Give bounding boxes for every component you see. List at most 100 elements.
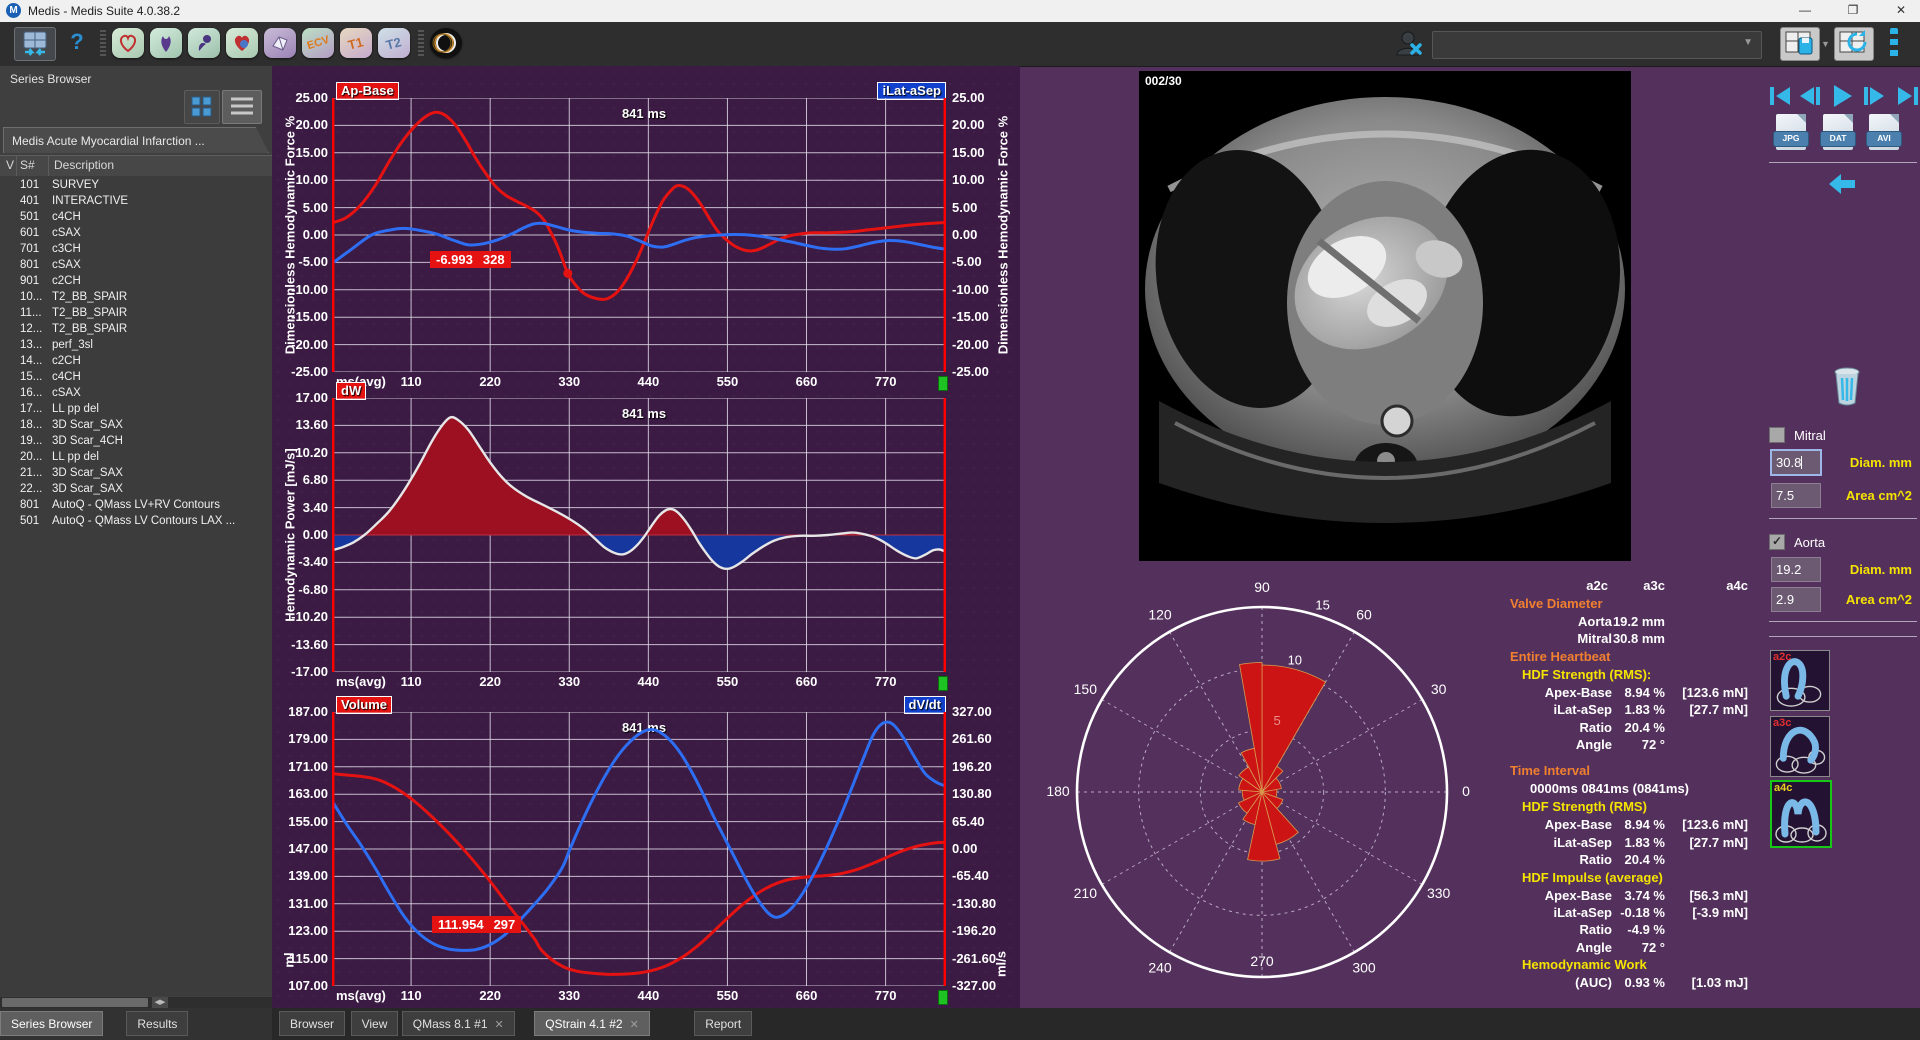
series-browser-panel: Series Browser Medis Acute Myocardial In… [0,66,272,1008]
series-row[interactable]: 12...T2_BB_SPAIR [0,322,272,338]
series-row[interactable]: 20...LL pp del [0,450,272,466]
series-row[interactable]: 22...3D Scar_SAX [0,482,272,498]
y-axis-tick: 171.00 [276,759,328,774]
series-row[interactable]: 401INTERACTIVE [0,194,272,210]
function-app-icon[interactable] [226,28,258,58]
grid-view-button[interactable] [184,90,220,124]
back-arrow-button[interactable] [1827,171,1857,197]
rings-logo-icon[interactable] [430,28,462,58]
view-thumbnail-a2c[interactable]: a2c [1770,650,1830,711]
view-thumbnail-a4c[interactable]: a4c [1770,780,1832,848]
layout-grid-icon [15,28,55,60]
view-thumbnail-a3c[interactable]: a3c [1770,716,1830,777]
tab-qstrain-4-1-2[interactable]: QStrain 4.1 #2✕ [534,1011,650,1036]
ecv-app-icon[interactable]: ECV [302,28,334,58]
mitral-diameter-field[interactable]: 30.8 [1771,450,1821,475]
hdf-charts-panel[interactable]: 25.0020.0015.0010.005.000.00-5.00-10.00-… [272,66,1020,1008]
series-row[interactable]: 21...3D Scar_SAX [0,466,272,482]
overflow-menu-icon[interactable] [1890,28,1898,60]
close-tab-icon[interactable]: ✕ [630,1019,639,1031]
delete-trash-button[interactable] [1833,366,1861,406]
main-tab-bar: BrowserViewQMass 8.1 #1✕ QStrain 4.1 #2✕ R… [272,1008,1920,1040]
qmass-app-icon[interactable] [112,28,144,58]
x-axis-tick: 220 [465,374,515,389]
series-row[interactable]: 17...LL pp del [0,402,272,418]
series-row[interactable]: 18...3D Scar_SAX [0,418,272,434]
close-button[interactable]: ✕ [1886,0,1916,21]
series-number: 11... [20,307,42,319]
panel-title: Series Browser [10,72,91,86]
series-row[interactable]: 901c2CH [0,274,272,290]
aorta-diameter-field[interactable]: 19.2 [1771,557,1821,582]
minimize-button[interactable]: — [1790,0,1820,21]
column-header: a4c [1726,578,1748,593]
frame-marker[interactable] [938,676,948,691]
qstrain-app-icon[interactable] [188,28,220,58]
y-axis-tick: 131.00 [276,896,328,911]
mitral-checkbox[interactable] [1769,427,1785,443]
frame-marker[interactable] [938,990,948,1005]
sidebar-horizontal-scrollbar[interactable]: ◀▶ [0,997,272,1008]
series-row[interactable]: 801AutoQ - QMass LV+RV Contours [0,498,272,514]
x-axis-tick: ms(avg) [336,988,386,1003]
scrollbar-thumb[interactable] [2,998,148,1007]
series-row[interactable]: 19...3D Scar_4CH [0,434,272,450]
t2-app-icon[interactable]: T2 [378,28,410,58]
series-table-header[interactable]: V S# Description [0,155,272,177]
mesh-app-icon[interactable] [264,28,296,58]
series-description: perf_3sl [52,339,93,351]
export-dat-button[interactable]: DAT [1823,114,1853,150]
series-row[interactable]: 13...perf_3sl [0,338,272,354]
playback-controls[interactable] [1770,84,1920,108]
user-logout-icon[interactable] [1392,27,1428,59]
series-row[interactable]: 501AutoQ - QMass LV Contours LAX ... [0,514,272,530]
frame-marker[interactable] [938,376,948,391]
layout-button[interactable] [14,27,56,61]
series-row[interactable]: 15...c4CH [0,370,272,386]
polar-angle-label: 120 [1148,606,1172,622]
export-avi-button[interactable]: AVI [1869,114,1899,150]
series-number: 18... [20,419,42,431]
measurement-label: Valve Diameter [1510,596,1603,611]
tab-results[interactable]: Results [126,1011,188,1036]
tab-qmass-8-1-1[interactable]: QMass 8.1 #1✕ [402,1011,515,1036]
series-row[interactable]: 601cSAX [0,226,272,242]
session-combobox[interactable]: ▼ [1432,31,1762,59]
aorta-checkbox[interactable]: ✓ [1769,534,1785,550]
series-row[interactable]: 501c4CH [0,210,272,226]
tab-series-browser[interactable]: Series Browser [0,1011,103,1036]
y-axis-tick: 17.00 [276,390,328,405]
mitral-area-field[interactable]: 7.5 [1771,483,1821,508]
close-tab-icon[interactable]: ✕ [495,1019,504,1031]
tab-view[interactable]: View [351,1011,399,1036]
scrollbar-arrows[interactable]: ◀▶ [152,997,168,1008]
series-row[interactable]: 16...cSAX [0,386,272,402]
series-row[interactable]: 11...T2_BB_SPAIR [0,306,272,322]
measurement-value: -4.9 % [1627,922,1665,937]
y-axis-tick-right: -327.00 [952,978,1012,993]
export-jpg-button[interactable]: JPG [1776,114,1806,150]
restore-button[interactable]: ❐ [1838,0,1868,21]
series-row[interactable]: 14...c2CH [0,354,272,370]
tab-report[interactable]: Report [694,1011,752,1036]
help-button[interactable]: ? [64,27,90,59]
reset-layout-button[interactable] [1834,27,1874,61]
qflow-app-icon[interactable] [150,28,182,58]
mri-viewport[interactable] [1139,71,1631,561]
series-row[interactable]: 101SURVEY [0,178,272,194]
study-tab[interactable]: Medis Acute Myocardial Infarction ... [3,127,269,153]
series-row[interactable]: 10...T2_BB_SPAIR [0,290,272,306]
series-row[interactable]: 701c3CH [0,242,272,258]
tab-browser[interactable]: Browser [279,1011,345,1036]
measurement-label: Apex-Base [1545,817,1612,832]
list-view-button[interactable] [222,90,262,124]
series-row[interactable]: 801cSAX [0,258,272,274]
chevron-down-icon[interactable]: ▼ [1821,39,1830,49]
save-layout-button[interactable] [1780,27,1820,61]
chart-plot-dw[interactable] [332,398,946,672]
t1-app-icon[interactable]: T1 [340,28,372,58]
series-description: cSAX [52,259,81,271]
chart-plot-volume[interactable] [332,712,946,986]
aorta-area-field[interactable]: 2.9 [1771,587,1821,612]
chart-plot-hdf[interactable] [332,98,946,372]
